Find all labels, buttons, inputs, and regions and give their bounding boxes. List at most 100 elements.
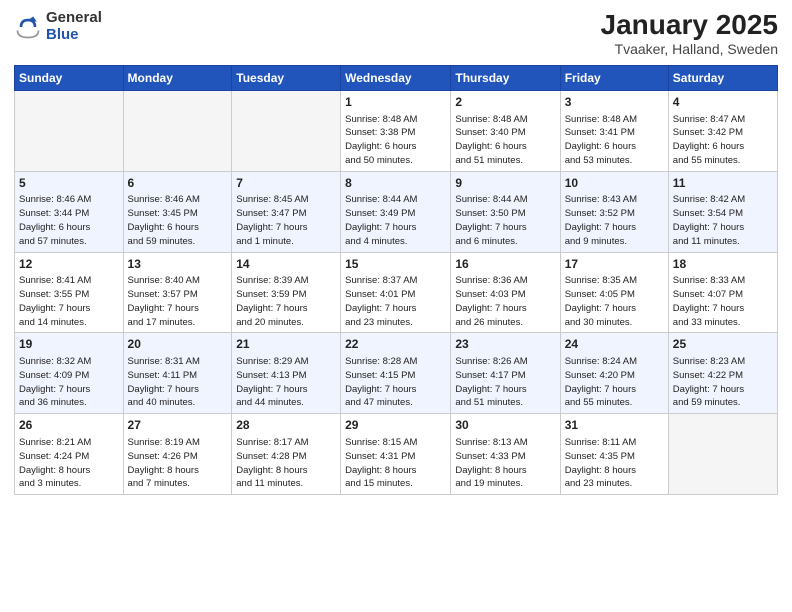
calendar-day-cell: 5Sunrise: 8:46 AMSunset: 3:44 PMDaylight… (15, 171, 124, 252)
day-number: 28 (236, 417, 336, 434)
day-number: 2 (455, 94, 555, 111)
page-header: General Blue January 2025 Tvaaker, Halla… (14, 10, 778, 57)
calendar-day-cell (123, 90, 232, 171)
day-info: Sunrise: 8:24 AMSunset: 4:20 PMDaylight:… (565, 355, 664, 410)
month-title: January 2025 (601, 10, 778, 41)
calendar-day-cell: 30 Sunrise: 8:13 AMSunset: 4:33 PMDayligh… (451, 414, 560, 495)
calendar-day-cell: 22 Sunrise: 8:28 AMSunset: 4:15 PMDayligh… (341, 333, 451, 414)
day-number: 20 (128, 336, 228, 353)
calendar-day-header: Sunday (15, 65, 124, 90)
day-number: 7 (236, 175, 336, 192)
day-info: Sunrise: 8:46 AMSunset: 3:45 PMDaylight:… (128, 193, 228, 248)
calendar-day-cell: 7Sunrise: 8:45 AMSunset: 3:47 PMDaylight… (232, 171, 341, 252)
calendar-week-row: 19 Sunrise: 8:32 AMSunset: 4:09 PMDayligh… (15, 333, 778, 414)
day-info: Sunrise: 8:33 AMSunset: 4:07 PMDaylight:… (673, 274, 773, 329)
day-number: 27 (128, 417, 228, 434)
calendar-day-cell: 16Sunrise: 8:36 AMSunset: 4:03 PMDayligh… (451, 252, 560, 333)
calendar-day-cell (15, 90, 124, 171)
day-info: Sunrise: 8:35 AMSunset: 4:05 PMDaylight:… (565, 274, 664, 329)
day-number: 22 (345, 336, 446, 353)
calendar-day-header: Saturday (668, 65, 777, 90)
day-number: 15 (345, 256, 446, 273)
day-info: Sunrise: 8:40 AMSunset: 3:57 PMDaylight:… (128, 274, 228, 329)
calendar-day-cell: 28 Sunrise: 8:17 AMSunset: 4:28 PMDayligh… (232, 414, 341, 495)
calendar-day-header: Monday (123, 65, 232, 90)
calendar-day-cell: 14Sunrise: 8:39 AMSunset: 3:59 PMDayligh… (232, 252, 341, 333)
calendar-day-cell: 12Sunrise: 8:41 AMSunset: 3:55 PMDayligh… (15, 252, 124, 333)
calendar-day-cell: 11Sunrise: 8:42 AMSunset: 3:54 PMDayligh… (668, 171, 777, 252)
day-number: 18 (673, 256, 773, 273)
logo-text: General Blue (46, 10, 102, 43)
day-info: Sunrise: 8:15 AMSunset: 4:31 PMDaylight:… (345, 436, 446, 491)
day-number: 5 (19, 175, 119, 192)
day-info: Sunrise: 8:21 AMSunset: 4:24 PMDaylight:… (19, 436, 119, 491)
calendar-week-row: 26 Sunrise: 8:21 AMSunset: 4:24 PMDayligh… (15, 414, 778, 495)
day-number: 1 (345, 94, 446, 111)
calendar-day-cell: 19 Sunrise: 8:32 AMSunset: 4:09 PMDayligh… (15, 333, 124, 414)
day-info: Sunrise: 8:23 AMSunset: 4:22 PMDaylight:… (673, 355, 773, 410)
day-number: 24 (565, 336, 664, 353)
day-number: 9 (455, 175, 555, 192)
day-info: Sunrise: 8:47 AMSunset: 3:42 PMDaylight:… (673, 113, 773, 168)
day-info: Sunrise: 8:19 AMSunset: 4:26 PMDaylight:… (128, 436, 228, 491)
day-number: 12 (19, 256, 119, 273)
logo-general: General (46, 9, 102, 26)
day-info: Sunrise: 8:39 AMSunset: 3:59 PMDaylight:… (236, 274, 336, 329)
calendar-day-cell (668, 414, 777, 495)
day-info: Sunrise: 8:48 AMSunset: 3:41 PMDaylight:… (565, 113, 664, 168)
day-info: Sunrise: 8:45 AMSunset: 3:47 PMDaylight:… (236, 193, 336, 248)
day-number: 3 (565, 94, 664, 111)
day-info: Sunrise: 8:42 AMSunset: 3:54 PMDaylight:… (673, 193, 773, 248)
calendar-day-cell: 4 Sunrise: 8:47 AMSunset: 3:42 PMDaylight… (668, 90, 777, 171)
day-number: 23 (455, 336, 555, 353)
calendar-day-header: Wednesday (341, 65, 451, 90)
day-info: Sunrise: 8:46 AMSunset: 3:44 PMDaylight:… (19, 193, 119, 248)
calendar-day-cell: 2 Sunrise: 8:48 AMSunset: 3:40 PMDaylight… (451, 90, 560, 171)
calendar-day-cell: 15Sunrise: 8:37 AMSunset: 4:01 PMDayligh… (341, 252, 451, 333)
logo-blue: Blue (46, 26, 79, 43)
calendar-week-row: 1 Sunrise: 8:48 AMSunset: 3:38 PMDaylight… (15, 90, 778, 171)
day-info: Sunrise: 8:11 AMSunset: 4:35 PMDaylight:… (565, 436, 664, 491)
day-number: 31 (565, 417, 664, 434)
day-info: Sunrise: 8:31 AMSunset: 4:11 PMDaylight:… (128, 355, 228, 410)
calendar-header-row: SundayMondayTuesdayWednesdayThursdayFrid… (15, 65, 778, 90)
day-info: Sunrise: 8:32 AMSunset: 4:09 PMDaylight:… (19, 355, 119, 410)
calendar-day-cell: 23 Sunrise: 8:26 AMSunset: 4:17 PMDayligh… (451, 333, 560, 414)
day-number: 4 (673, 94, 773, 111)
logo-icon (14, 13, 42, 41)
calendar-day-cell: 29 Sunrise: 8:15 AMSunset: 4:31 PMDayligh… (341, 414, 451, 495)
calendar-day-cell: 17Sunrise: 8:35 AMSunset: 4:05 PMDayligh… (560, 252, 668, 333)
calendar-day-header: Friday (560, 65, 668, 90)
calendar-day-cell: 9Sunrise: 8:44 AMSunset: 3:50 PMDaylight… (451, 171, 560, 252)
day-info: Sunrise: 8:17 AMSunset: 4:28 PMDaylight:… (236, 436, 336, 491)
day-info: Sunrise: 8:48 AMSunset: 3:38 PMDaylight:… (345, 113, 446, 168)
day-number: 29 (345, 417, 446, 434)
day-number: 14 (236, 256, 336, 273)
day-number: 13 (128, 256, 228, 273)
day-info: Sunrise: 8:43 AMSunset: 3:52 PMDaylight:… (565, 193, 664, 248)
day-number: 26 (19, 417, 119, 434)
day-number: 6 (128, 175, 228, 192)
day-number: 11 (673, 175, 773, 192)
day-number: 19 (19, 336, 119, 353)
day-info: Sunrise: 8:37 AMSunset: 4:01 PMDaylight:… (345, 274, 446, 329)
day-number: 25 (673, 336, 773, 353)
calendar-day-cell: 8Sunrise: 8:44 AMSunset: 3:49 PMDaylight… (341, 171, 451, 252)
day-number: 8 (345, 175, 446, 192)
day-info: Sunrise: 8:26 AMSunset: 4:17 PMDaylight:… (455, 355, 555, 410)
calendar-day-cell: 1 Sunrise: 8:48 AMSunset: 3:38 PMDaylight… (341, 90, 451, 171)
calendar-week-row: 5Sunrise: 8:46 AMSunset: 3:44 PMDaylight… (15, 171, 778, 252)
calendar-day-cell: 3 Sunrise: 8:48 AMSunset: 3:41 PMDaylight… (560, 90, 668, 171)
day-info: Sunrise: 8:28 AMSunset: 4:15 PMDaylight:… (345, 355, 446, 410)
day-info: Sunrise: 8:36 AMSunset: 4:03 PMDaylight:… (455, 274, 555, 329)
day-number: 30 (455, 417, 555, 434)
day-info: Sunrise: 8:48 AMSunset: 3:40 PMDaylight:… (455, 113, 555, 168)
calendar-day-cell: 24 Sunrise: 8:24 AMSunset: 4:20 PMDayligh… (560, 333, 668, 414)
calendar-week-row: 12Sunrise: 8:41 AMSunset: 3:55 PMDayligh… (15, 252, 778, 333)
calendar-day-header: Thursday (451, 65, 560, 90)
calendar-day-cell: 6Sunrise: 8:46 AMSunset: 3:45 PMDaylight… (123, 171, 232, 252)
day-info: Sunrise: 8:13 AMSunset: 4:33 PMDaylight:… (455, 436, 555, 491)
day-number: 21 (236, 336, 336, 353)
day-info: Sunrise: 8:44 AMSunset: 3:49 PMDaylight:… (345, 193, 446, 248)
calendar-day-cell: 21Sunrise: 8:29 AMSunset: 4:13 PMDayligh… (232, 333, 341, 414)
